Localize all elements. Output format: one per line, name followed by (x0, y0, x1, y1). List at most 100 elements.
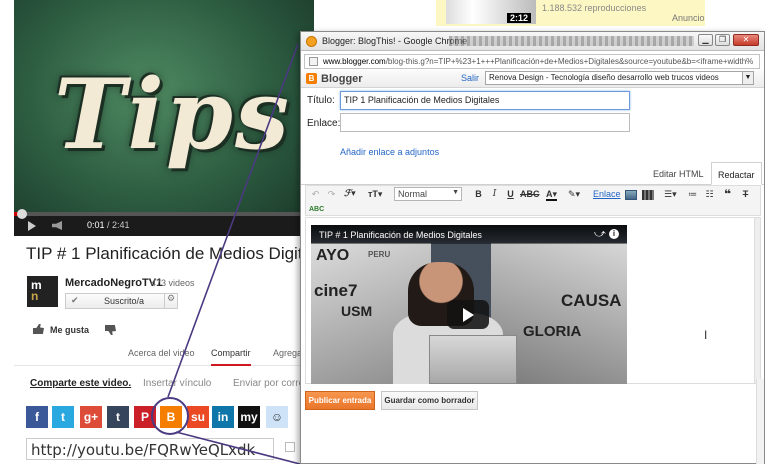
insert-image-icon[interactable] (625, 190, 637, 200)
like-button[interactable]: Me gusta (33, 324, 89, 335)
video-player[interactable]: Tips (14, 0, 314, 232)
embedded-video[interactable]: AYO cine7 USM CAUSA GLORIA PERU TIP # 1 … (311, 225, 627, 384)
blogger-logo-icon: B (306, 73, 317, 84)
align-icon[interactable]: ☰▾ (664, 188, 677, 201)
checkmark-icon: ✔ (71, 295, 79, 305)
window-titlebar[interactable]: Blogger: BlogThis! - Google Chrome ▁ ❐ ✕ (301, 32, 764, 51)
text-color-icon[interactable]: A▾ (546, 188, 558, 201)
twitter-icon[interactable]: t (52, 406, 74, 428)
stumbleupon-icon[interactable]: su (187, 406, 209, 428)
embed-video-title[interactable]: TIP # 1 Planificación de Medios Digitale… (319, 230, 482, 240)
tab-about[interactable]: Acerca del video (128, 348, 195, 358)
reddit-icon[interactable]: ☺ (266, 406, 288, 428)
highlight-circle (151, 397, 189, 435)
highlight-color-icon[interactable]: ✎▾ (568, 188, 580, 201)
thumbs-down-icon[interactable] (105, 325, 116, 335)
blog-select[interactable]: Renova Design - Tecnología diseño desarr… (485, 71, 754, 85)
page-icon (309, 57, 318, 66)
blogthis-popup-window: Blogger: BlogThis! - Google Chrome ▁ ❐ ✕… (300, 31, 765, 464)
time-total: / 2:41 (107, 220, 130, 230)
bullet-list-icon[interactable]: ☷ (703, 188, 716, 201)
strikethrough-icon[interactable]: ABC (520, 188, 540, 201)
format-select[interactable]: Normal ▼ (394, 187, 462, 201)
subtab-email[interactable]: Enviar por corre (233, 378, 304, 389)
quote-icon[interactable]: ❝ (721, 188, 734, 201)
italic-icon[interactable]: I (488, 188, 501, 201)
channel-name[interactable]: MercadoNegroTV1 (65, 277, 162, 289)
related-video-views: 1.188.532 reproducciones (542, 3, 647, 13)
subtab-share-video[interactable]: Comparte este video. (30, 378, 131, 389)
subscribed-button[interactable]: ✔ Suscrito/a ⚙ (65, 293, 178, 309)
progress-bar[interactable] (14, 209, 314, 219)
logout-link[interactable]: Salir (461, 73, 479, 83)
facebook-icon[interactable]: f (26, 406, 48, 428)
underline-icon[interactable]: U (504, 188, 517, 201)
volume-icon[interactable] (52, 221, 62, 230)
maximize-button[interactable]: ❐ (715, 34, 730, 46)
title-input[interactable]: TIP 1 Planificación de Medios Digitales (340, 91, 630, 110)
tumblr-icon[interactable]: t (107, 406, 129, 428)
tab-add[interactable]: Agrega (273, 348, 302, 358)
backdrop-word: CAUSA (561, 291, 622, 310)
video-frame-text: Tips (54, 58, 292, 171)
play-button-icon[interactable] (447, 300, 489, 329)
save-draft-button[interactable]: Guardar como borrador (381, 391, 478, 410)
gear-icon[interactable]: ⚙ (164, 293, 177, 309)
publish-button[interactable]: Publicar entrada (305, 391, 375, 410)
editor-mode-tabs: Editar HTML Redactar (301, 162, 764, 185)
channel-video-count: 473 videos (151, 278, 195, 288)
backdrop-word: AYO (316, 247, 350, 264)
laptop (429, 335, 517, 384)
spellcheck-icon[interactable]: ABC (309, 203, 324, 216)
tab-share[interactable]: Compartir (211, 348, 251, 366)
window-title: Blogger: BlogThis! - Google Chrome (322, 36, 468, 46)
address-path: /blog-this.g?n=TIP+%23+1+++Planificación… (385, 57, 754, 66)
editor-scrollbar[interactable] (754, 218, 760, 383)
subtab-embed[interactable]: Insertar vínculo (143, 378, 211, 389)
editor-toolbar: ↶ ↷ ℱ▾ ᴛT▾ Normal ▼ B I U ABC A▾ ✎▾ Enla… (305, 185, 761, 216)
channel-avatar[interactable]: m n (27, 276, 58, 307)
bold-icon[interactable]: B (472, 188, 485, 201)
font-family-icon[interactable]: ℱ▾ (344, 188, 356, 201)
info-icon[interactable]: i (609, 229, 619, 239)
play-icon[interactable] (28, 221, 36, 231)
tab-compose[interactable]: Redactar (711, 162, 762, 185)
myspace-icon[interactable]: my (238, 406, 260, 428)
undo-icon[interactable]: ↶ (309, 188, 322, 201)
numbered-list-icon[interactable]: ≔ (686, 188, 699, 201)
ad-label: Anuncio (672, 13, 705, 23)
related-video-item[interactable]: 2:12 1.188.532 reproducciones Anuncio (436, 0, 705, 26)
blurred-tab-area (449, 36, 694, 46)
window-scrollbar[interactable] (756, 379, 764, 464)
linkedin-icon[interactable]: in (212, 406, 234, 428)
backdrop-word: PERU (368, 250, 391, 259)
share-url-field[interactable]: http://youtu.be/FQRwYeQLxdk (26, 438, 274, 460)
backdrop-word: GLORIA (523, 323, 582, 340)
font-size-icon[interactable]: ᴛT▾ (368, 188, 382, 201)
chevron-down-icon: ▼ (452, 189, 459, 196)
subscribed-label: Suscrito/a (104, 296, 145, 306)
thumbs-up-icon (33, 324, 44, 334)
time-current: 0:01 (87, 220, 105, 230)
blog-select-value: Renova Design - Tecnología diseño desarr… (489, 73, 719, 82)
tab-edit-html[interactable]: Editar HTML (647, 162, 710, 185)
address-bar[interactable]: www.blogger.com/blog-this.g?n=TIP+%23+1+… (304, 54, 760, 69)
minimize-button[interactable]: ▁ (698, 34, 713, 46)
title-label: Título: (307, 95, 335, 106)
text-cursor-icon: I (704, 328, 708, 342)
clear-format-icon[interactable]: T (739, 188, 752, 201)
player-controls: 0:01 / 2:41 (14, 209, 314, 236)
insert-video-icon[interactable] (642, 190, 654, 200)
add-attachment-link[interactable]: Añadir enlace a adjuntos (340, 147, 439, 157)
start-at-checkbox[interactable] (285, 442, 295, 452)
insert-link-button[interactable]: Enlace (593, 188, 621, 201)
close-button[interactable]: ✕ (733, 34, 759, 46)
link-label: Enlace: (307, 118, 341, 129)
chevron-down-icon: ▼ (742, 72, 753, 84)
share-icon[interactable]: ⤻ (594, 228, 606, 241)
google-plus-icon[interactable]: g+ (80, 406, 102, 428)
redo-icon[interactable]: ↷ (325, 188, 338, 201)
link-input[interactable] (340, 113, 630, 132)
post-editor[interactable]: AYO cine7 USM CAUSA GLORIA PERU TIP # 1 … (305, 217, 761, 384)
progress-scrubber[interactable] (17, 209, 27, 219)
